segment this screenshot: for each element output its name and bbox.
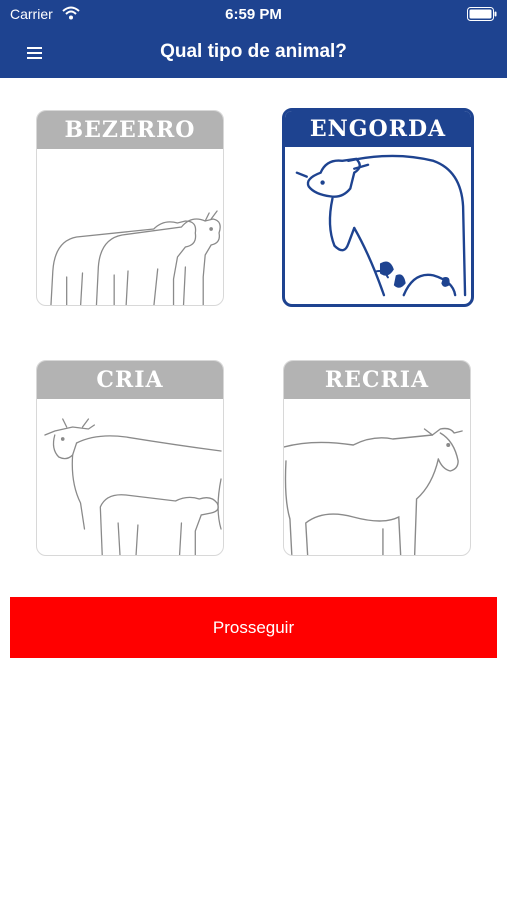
option-card-cria[interactable]: CRIA	[36, 360, 224, 556]
battery-icon	[467, 7, 497, 21]
status-bar: Carrier 6:59 PM	[0, 0, 507, 28]
proceed-button[interactable]: Prosseguir	[10, 597, 497, 658]
fattening-cattle-illustration	[295, 154, 467, 297]
cow-and-calf-illustration	[44, 418, 222, 555]
page-title: Qual tipo de animal?	[160, 41, 347, 62]
option-card-recria[interactable]: RECRIA	[283, 360, 471, 556]
young-cattle-illustration	[284, 427, 463, 555]
option-card-engorda[interactable]: ENGORDA	[282, 108, 474, 307]
option-label: RECRIA	[284, 361, 470, 399]
option-label: ENGORDA	[285, 111, 471, 147]
option-label: BEZERRO	[37, 111, 223, 149]
option-label: CRIA	[37, 361, 223, 399]
status-time: 6:59 PM	[225, 6, 282, 23]
option-card-bezerro[interactable]: BEZERRO	[36, 110, 224, 306]
nav-bar: Qual tipo de animal?	[0, 28, 507, 78]
calves-illustration	[50, 210, 221, 305]
